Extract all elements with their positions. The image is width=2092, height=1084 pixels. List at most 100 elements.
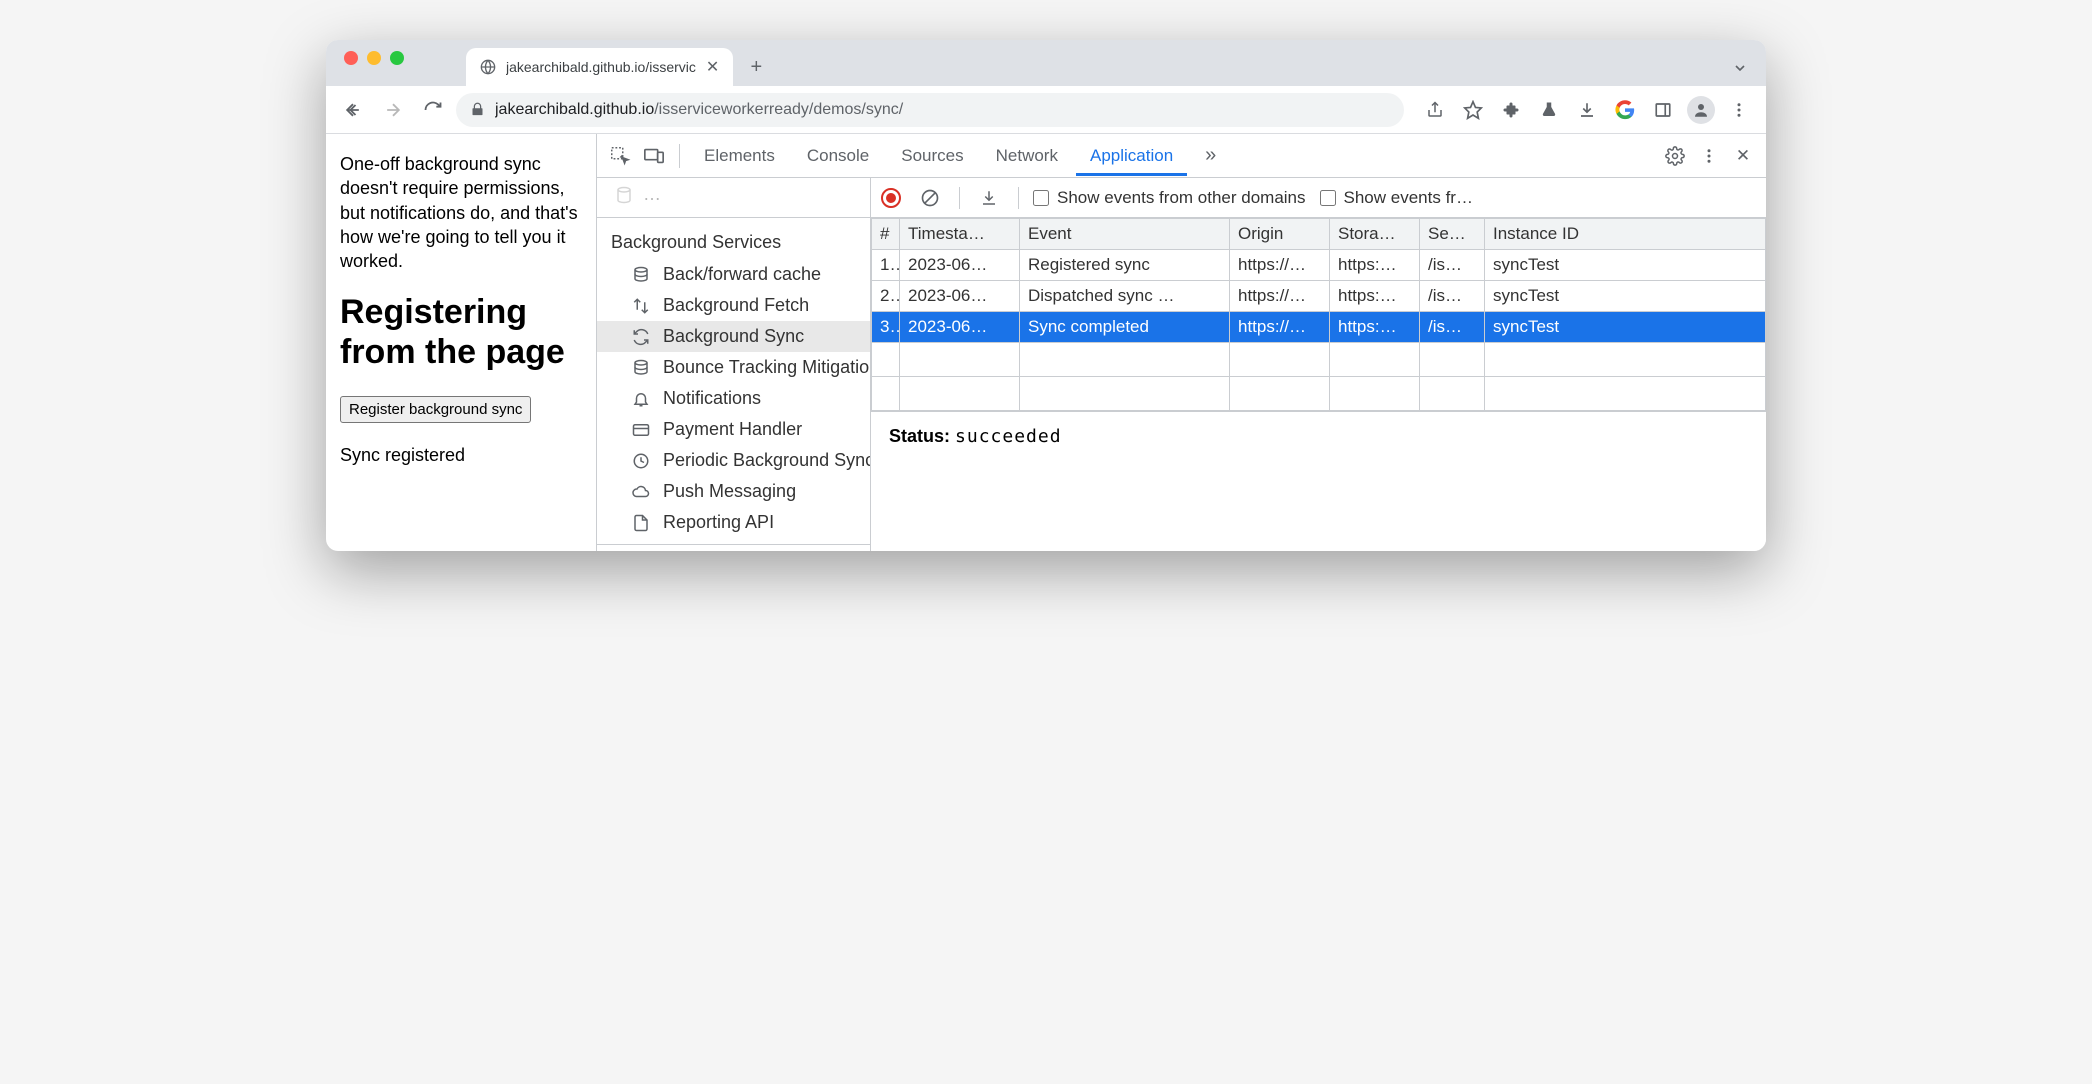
sidebar-item[interactable]: Back/forward cache bbox=[597, 259, 870, 290]
browser-toolbar: jakearchibald.github.io/isserviceworkerr… bbox=[326, 86, 1766, 134]
show-other-domains-checkbox[interactable]: Show events from other domains bbox=[1033, 188, 1306, 208]
globe-icon bbox=[480, 59, 496, 75]
clock-icon bbox=[631, 451, 651, 471]
col-origin[interactable]: Origin bbox=[1230, 219, 1330, 250]
extensions-icon[interactable] bbox=[1494, 93, 1528, 127]
application-main: Show events from other domains Show even… bbox=[871, 178, 1766, 551]
labs-icon[interactable] bbox=[1532, 93, 1566, 127]
cloud-icon bbox=[631, 482, 651, 502]
file-icon bbox=[631, 513, 651, 533]
page-heading: Registering from the page bbox=[340, 293, 582, 371]
sidebar-item[interactable]: Background Fetch bbox=[597, 290, 870, 321]
lock-icon bbox=[470, 102, 485, 117]
browser-window: jakearchibald.github.io/isservic ✕ + jak… bbox=[326, 40, 1766, 551]
sidebar-item[interactable]: Push Messaging bbox=[597, 476, 870, 507]
sidebar-item[interactable]: Background Sync bbox=[597, 321, 870, 352]
browser-menu-icon[interactable] bbox=[1722, 93, 1756, 127]
tab-sources[interactable]: Sources bbox=[887, 136, 977, 176]
devtools-menu-icon[interactable] bbox=[1694, 141, 1724, 171]
devtools-tabbar: Elements Console Sources Network Applica… bbox=[597, 134, 1766, 178]
forward-button[interactable] bbox=[376, 93, 410, 127]
col-event[interactable]: Event bbox=[1020, 219, 1230, 250]
reload-button[interactable] bbox=[416, 93, 450, 127]
address-bar[interactable]: jakearchibald.github.io/isserviceworkerr… bbox=[456, 93, 1404, 127]
show-events-checkbox-truncated[interactable]: Show events fr… bbox=[1320, 188, 1756, 208]
sidebar-item[interactable]: Periodic Background Sync bbox=[597, 445, 870, 476]
sync-icon bbox=[631, 327, 651, 347]
minimize-window-button[interactable] bbox=[367, 51, 381, 65]
tab-console[interactable]: Console bbox=[793, 136, 883, 176]
share-icon[interactable] bbox=[1418, 93, 1452, 127]
table-row[interactable]: 1.2023-06…Registered synchttps://…https:… bbox=[872, 250, 1766, 281]
close-tab-icon[interactable]: ✕ bbox=[706, 57, 719, 77]
tab-elements[interactable]: Elements bbox=[690, 136, 789, 176]
tab-title: jakearchibald.github.io/isservic bbox=[506, 59, 696, 75]
page-status: Sync registered bbox=[340, 443, 582, 467]
col-index[interactable]: # bbox=[872, 219, 900, 250]
devtools-panel: Elements Console Sources Network Applica… bbox=[596, 134, 1766, 551]
sidebar-item-label: Payment Handler bbox=[663, 419, 802, 440]
tab-application[interactable]: Application bbox=[1076, 136, 1187, 176]
col-timestamp[interactable]: Timesta… bbox=[900, 219, 1020, 250]
tabs-overflow-icon[interactable]: » bbox=[1191, 134, 1230, 177]
events-table[interactable]: # Timesta… Event Origin Stora… Se… Insta… bbox=[871, 218, 1766, 411]
sidebar-item-label: Background Fetch bbox=[663, 295, 809, 316]
google-icon[interactable] bbox=[1608, 93, 1642, 127]
table-row bbox=[872, 377, 1766, 411]
sidebar-prev-section-hint: … bbox=[597, 178, 870, 211]
tab-network[interactable]: Network bbox=[982, 136, 1072, 176]
save-events-icon[interactable] bbox=[974, 183, 1004, 213]
table-row[interactable]: 2.2023-06…Dispatched sync …https://…http… bbox=[872, 281, 1766, 312]
close-window-button[interactable] bbox=[344, 51, 358, 65]
sidebar-item-label: Back/forward cache bbox=[663, 264, 821, 285]
table-row bbox=[872, 343, 1766, 377]
sidebar-item[interactable]: Bounce Tracking Mitigations bbox=[597, 352, 870, 383]
updown-icon bbox=[631, 296, 651, 316]
bookmark-star-icon[interactable] bbox=[1456, 93, 1490, 127]
col-storage[interactable]: Stora… bbox=[1330, 219, 1420, 250]
devtools-close-icon[interactable]: ✕ bbox=[1728, 141, 1758, 171]
sidebar-item-label: Bounce Tracking Mitigations bbox=[663, 357, 870, 378]
table-row[interactable]: 3.2023-06…Sync completedhttps://…https:…… bbox=[872, 312, 1766, 343]
sidebar-item[interactable]: Reporting API bbox=[597, 507, 870, 538]
inspect-element-icon[interactable] bbox=[605, 141, 635, 171]
bell-icon bbox=[631, 389, 651, 409]
events-toolbar: Show events from other domains Show even… bbox=[871, 178, 1766, 218]
window-controls bbox=[338, 40, 410, 86]
sidepanel-icon[interactable] bbox=[1646, 93, 1680, 127]
maximize-window-button[interactable] bbox=[390, 51, 404, 65]
back-button[interactable] bbox=[336, 93, 370, 127]
device-toolbar-icon[interactable] bbox=[639, 141, 669, 171]
sidebar-item-label: Reporting API bbox=[663, 512, 774, 533]
application-sidebar: … Background Services Back/forward cache… bbox=[597, 178, 871, 551]
devtools-settings-icon[interactable] bbox=[1660, 141, 1690, 171]
col-scope[interactable]: Se… bbox=[1420, 219, 1485, 250]
sidebar-item-label: Periodic Background Sync bbox=[663, 450, 870, 471]
record-button[interactable] bbox=[881, 188, 901, 208]
sidebar-item-label: Background Sync bbox=[663, 326, 804, 347]
clear-events-icon[interactable] bbox=[915, 183, 945, 213]
new-tab-button[interactable]: + bbox=[741, 52, 771, 82]
sidebar-section-title: Background Services bbox=[597, 224, 870, 259]
register-sync-button[interactable]: Register background sync bbox=[340, 396, 531, 423]
status-value: succeeded bbox=[955, 426, 1062, 447]
browser-tab[interactable]: jakearchibald.github.io/isservic ✕ bbox=[466, 48, 733, 86]
sidebar-item[interactable]: Payment Handler bbox=[597, 414, 870, 445]
status-label: Status: bbox=[889, 426, 950, 446]
sidebar-item[interactable]: Notifications bbox=[597, 383, 870, 414]
profile-avatar[interactable] bbox=[1684, 93, 1718, 127]
content-area: One-off background sync doesn't require … bbox=[326, 134, 1766, 551]
sidebar-item-label: Notifications bbox=[663, 388, 761, 409]
url-text: jakearchibald.github.io/isserviceworkerr… bbox=[495, 101, 1390, 119]
page-paragraph: One-off background sync doesn't require … bbox=[340, 152, 582, 273]
event-detail-pane: Status: succeeded bbox=[871, 411, 1766, 461]
tab-dropdown-icon[interactable] bbox=[1732, 60, 1748, 76]
database-icon bbox=[631, 358, 651, 378]
downloads-icon[interactable] bbox=[1570, 93, 1604, 127]
titlebar: jakearchibald.github.io/isservic ✕ + bbox=[326, 40, 1766, 86]
database-icon bbox=[631, 265, 651, 285]
col-instance[interactable]: Instance ID bbox=[1485, 219, 1766, 250]
page-content: One-off background sync doesn't require … bbox=[326, 134, 596, 551]
sidebar-item-label: Push Messaging bbox=[663, 481, 796, 502]
card-icon bbox=[631, 420, 651, 440]
